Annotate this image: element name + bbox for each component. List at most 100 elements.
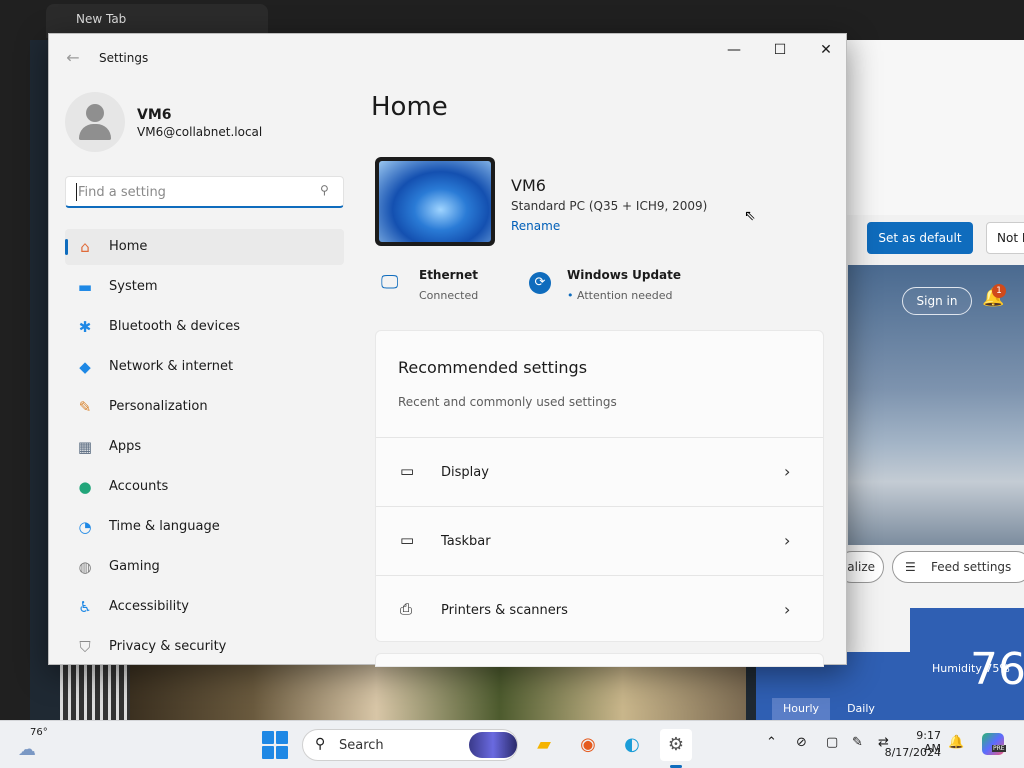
- recommended-item-display[interactable]: ▭ Display ›: [376, 437, 823, 506]
- sidebar-item-label: Accessibility: [109, 599, 189, 614]
- weather-card[interactable]: 76 °F Humidity 75% Hourly Daily: [772, 608, 1024, 720]
- edge-toolbar: [846, 40, 1024, 215]
- windows-logo-icon: [276, 746, 288, 759]
- sidebar-item-time-language[interactable]: ◔ Time & language: [65, 509, 344, 545]
- device-model: Standard PC (Q35 + ICH9, 2009): [511, 199, 708, 213]
- background-tab-label: New Tab: [76, 12, 127, 26]
- wallpaper-preview: [379, 161, 491, 242]
- windows-logo-icon: [276, 731, 288, 744]
- update-status-text: Attention needed: [577, 289, 673, 302]
- system-icon: ▬: [77, 278, 93, 296]
- maximize-button[interactable]: ☐: [757, 34, 803, 66]
- taskbar-search-label: Search: [339, 738, 384, 753]
- feed-settings-label: Feed settings: [931, 560, 1012, 574]
- sidebar-item-label: Apps: [109, 439, 142, 454]
- gamepad-icon: ◍: [78, 558, 92, 576]
- back-arrow-icon[interactable]: ←: [63, 48, 83, 68]
- firefox-icon[interactable]: ◉: [572, 729, 604, 761]
- shield-icon: ⛉: [79, 638, 91, 656]
- windows-logo-icon: [262, 746, 274, 759]
- minimize-button[interactable]: —: [711, 34, 757, 66]
- weather-daily-tab[interactable]: Daily: [832, 698, 890, 720]
- search-icon[interactable]: ⚲: [320, 183, 329, 197]
- avatar[interactable]: [65, 92, 125, 152]
- accessibility-icon: ♿: [78, 598, 92, 616]
- not-now-button[interactable]: Not N: [986, 222, 1024, 254]
- start-button[interactable]: [262, 731, 290, 759]
- background-photo: [130, 664, 746, 720]
- avatar-body: [79, 124, 111, 140]
- feed-settings-button[interactable]: ☰ Feed settings: [892, 551, 1024, 583]
- printer-icon: ⎙: [400, 600, 413, 618]
- notification-bell-icon[interactable]: 🔔: [948, 735, 964, 750]
- windows-logo-icon: [262, 731, 274, 744]
- sidebar-item-gaming[interactable]: ◍ Gaming: [65, 549, 344, 585]
- sidebar-item-system[interactable]: ▬ System: [65, 269, 344, 305]
- app-title: Settings: [99, 51, 149, 65]
- edge-sign-in-button[interactable]: Sign in: [902, 287, 972, 315]
- sidebar-item-accounts[interactable]: ● Accounts: [65, 469, 344, 505]
- file-explorer-icon[interactable]: ▰: [528, 729, 560, 761]
- weather-hourly-tab[interactable]: Hourly: [772, 698, 830, 720]
- user-name: VM6: [137, 107, 172, 123]
- network-icon: ◆: [79, 358, 91, 376]
- sidebar-item-label: Personalization: [109, 399, 208, 414]
- edge-icon[interactable]: ◐: [616, 729, 648, 761]
- sidebar-item-label: Network & internet: [109, 359, 234, 374]
- search-input[interactable]: [76, 183, 306, 201]
- sidebar-item-accessibility[interactable]: ♿ Accessibility: [65, 589, 344, 625]
- active-indicator: [65, 239, 68, 255]
- sidebar-item-bluetooth[interactable]: ✱ Bluetooth & devices: [65, 309, 344, 345]
- weather-widget[interactable]: ☁ 76°: [18, 727, 58, 763]
- recommended-item-printers[interactable]: ⎙ Printers & scanners ›: [376, 575, 823, 641]
- network-off-icon[interactable]: ⊘: [796, 735, 807, 750]
- notification-badge: 1: [992, 284, 1006, 298]
- display-icon: ▭: [400, 462, 415, 480]
- sidebar-item-network[interactable]: ◆ Network & internet: [65, 349, 344, 385]
- pen-icon[interactable]: ✎: [852, 735, 863, 750]
- bluetooth-icon: ✱: [78, 318, 92, 336]
- weather-humidity: Humidity 75%: [932, 662, 1010, 675]
- recommended-item-taskbar[interactable]: ▭ Taskbar ›: [376, 506, 823, 575]
- sidebar-item-apps[interactable]: ▦ Apps: [65, 429, 344, 465]
- cloud-icon: ☁: [18, 739, 36, 760]
- brush-icon: ✎: [78, 398, 92, 416]
- sidebar-item-label: Accounts: [109, 479, 169, 494]
- recommended-item-label: Printers & scanners: [441, 603, 568, 618]
- background-blinds: [60, 664, 130, 720]
- avatar-head: [86, 104, 104, 122]
- windows-update-status: • Attention needed: [567, 289, 673, 302]
- page-title: Home: [371, 92, 448, 122]
- sidebar-item-label: System: [109, 279, 158, 294]
- copilot-icon[interactable]: PRE: [982, 733, 1006, 755]
- search-box[interactable]: ⚲: [65, 176, 344, 208]
- windows-update-label[interactable]: Windows Update: [567, 268, 681, 282]
- sidebar-item-home[interactable]: ⌂ Home: [65, 229, 344, 265]
- sidebar-item-label: Home: [109, 239, 148, 254]
- recommended-item-label: Display: [441, 465, 489, 480]
- sidebar-item-privacy[interactable]: ⛉ Privacy & security: [65, 629, 344, 665]
- sidebar-item-label: Gaming: [109, 559, 160, 574]
- rename-link[interactable]: Rename: [511, 219, 560, 233]
- next-card-peek: [375, 653, 824, 667]
- ethernet-label[interactable]: Ethernet: [419, 268, 478, 282]
- sidebar-item-label: Bluetooth & devices: [109, 319, 240, 334]
- weather-widget-temp: 76°: [30, 727, 48, 738]
- recommended-settings-card: Recommended settings Recent and commonly…: [375, 330, 824, 642]
- sliders-icon: ☰: [905, 560, 916, 574]
- background-browser-sidebar: [0, 40, 30, 720]
- chevron-right-icon: ›: [784, 600, 791, 619]
- chevron-right-icon: ›: [784, 462, 791, 481]
- taskbar-search[interactable]: ⚲ Search: [302, 729, 518, 761]
- taskbar: ☁ 76° ⚲ Search ▰ ◉ ◐ ⚙ ⌃ ⊘ ▢ ✎ ⇄ 9:17 AM…: [0, 720, 1024, 768]
- settings-gear-icon[interactable]: ⚙: [660, 729, 692, 761]
- close-button[interactable]: ✕: [803, 34, 849, 66]
- chevron-up-icon[interactable]: ⌃: [766, 735, 777, 750]
- search-highlight-image: [469, 732, 517, 758]
- clock-date[interactable]: 8/17/2024: [882, 746, 941, 759]
- sidebar-item-personalization[interactable]: ✎ Personalization: [65, 389, 344, 425]
- set-as-default-button[interactable]: Set as default: [867, 222, 973, 254]
- display-icon[interactable]: ▢: [826, 735, 838, 750]
- recommended-item-label: Taskbar: [441, 534, 491, 549]
- sidebar-item-label: Time & language: [109, 519, 220, 534]
